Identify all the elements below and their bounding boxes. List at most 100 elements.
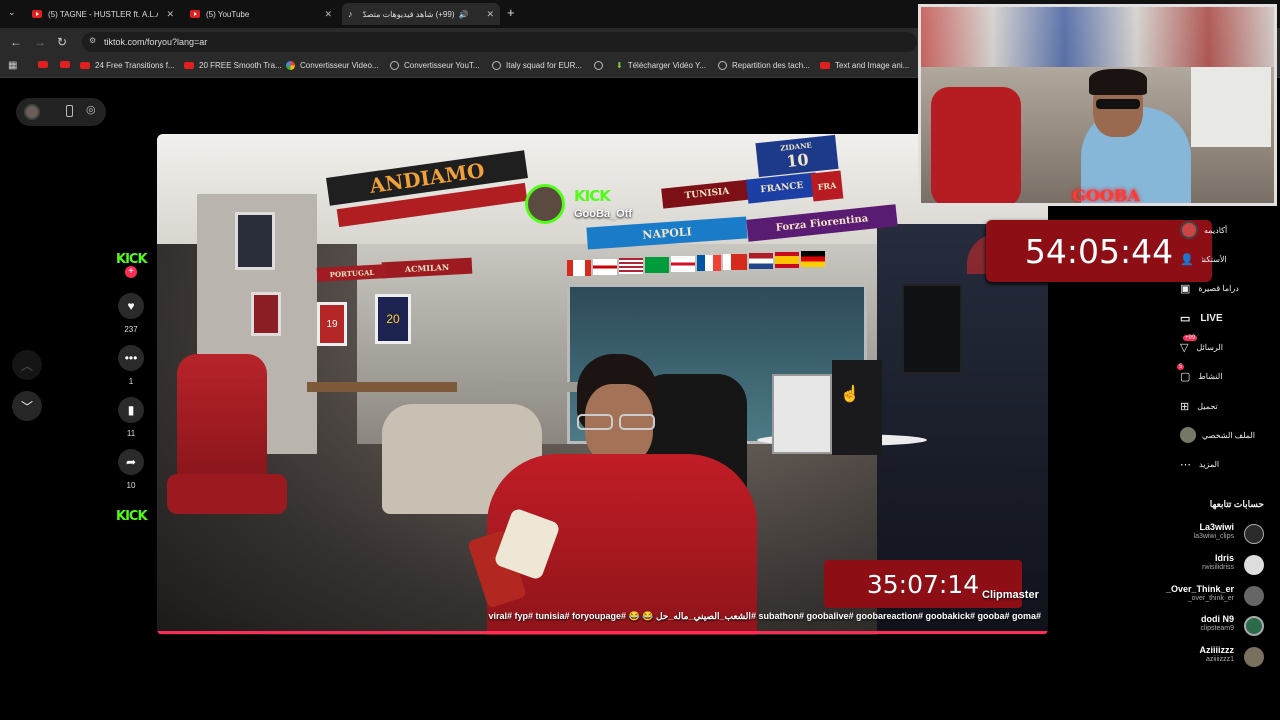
globe-icon [492,61,501,70]
sidebar-item-live[interactable]: LIVE ▭ [1180,309,1268,327]
sidebar-item-upload[interactable]: تحميل ⊞ [1180,397,1268,415]
comment-button[interactable]: ••• 1 [116,345,146,386]
device-icon[interactable] [66,105,73,117]
profile-icon [1180,427,1196,443]
forward-arrow-icon[interactable]: → [34,35,46,49]
kick-logo: KICK [116,509,148,524]
sidebar-item-activity[interactable]: النشاط ▢ 5 [1177,363,1268,385]
apps-grid-icon[interactable]: ▦ [8,60,17,71]
chevron-up-icon: ︿ [20,358,33,373]
activity-badge: 5 [1177,363,1185,370]
youtube-icon [184,62,194,69]
bookmark-item[interactable]: Text and Image ani... [820,61,909,70]
creator-avatar [525,184,565,224]
watermark: Clipmaster [982,589,1039,601]
previous-video-button[interactable]: ︿ [12,350,42,380]
url-input[interactable]: ⚙ tiktok.com/foryou?lang=ar [82,32,917,52]
youtube-icon [820,62,830,69]
close-icon[interactable]: ✕ [486,9,494,20]
tab-tiktok[interactable]: ♪ (99+) شاهد فيديوهات متصدّ 🔊 ✕ [342,3,500,25]
speaker-icon[interactable]: 🔊 [459,10,469,19]
bookmark-item[interactable] [60,61,75,68]
activity-icon: ▢ 5 [1177,363,1191,383]
avatar [1244,586,1264,606]
video-progress-bar[interactable] [157,631,1048,634]
tab-youtube[interactable]: (5) YouTube ✕ [184,3,338,25]
chair-seat [167,474,287,514]
share-count: 10 [126,481,136,490]
bookmark-item[interactable]: Italy squad for EUR... [492,61,582,70]
bookmark-item[interactable]: ⬇ Télécharger Vidéo Y... [616,61,706,70]
webcam-sunglasses [1096,99,1140,109]
pc-case [772,374,832,454]
tab-youtube-tagne[interactable]: (5) TAGNE - HUSTLER ft. A.L.A ( ✕ [26,3,180,25]
following-item[interactable]: Idris rwisilidriss [1150,553,1268,581]
flag-netherlands [749,253,773,269]
comment-count: 1 [128,377,134,386]
player-toolbox: ◎ [16,98,106,126]
webcam-name-label: GOOBA [1072,185,1140,205]
chevron-down-icon: ﹀ [20,399,33,414]
fullscreen-icon[interactable]: ⤢ [173,146,183,162]
kick-logo: KICK [574,187,611,205]
tab-title: (5) TAGNE - HUSTLER ft. A.L.A ( [48,9,158,19]
site-info-icon[interactable]: ⚙ [89,36,96,45]
share-button[interactable]: ➦ 10 [116,449,146,490]
bookmark-item[interactable]: Repartition des tach... [718,61,810,70]
wooden-table [307,382,457,392]
bookmark-item[interactable]: Convertisseur YouT... [390,61,480,70]
reload-icon[interactable]: ↻ [57,35,67,49]
compass-icon[interactable]: ◎ [86,103,96,116]
tab-title: (5) YouTube [206,9,250,19]
monitor [902,284,962,374]
following-item[interactable]: _Over_Think_er _over_think_er [1150,584,1268,612]
film-icon: ▣ [1180,282,1191,295]
sidebar-item-explore[interactable]: الأستكشاف👤 [1180,250,1268,268]
inbox-icon: ▽ 99+ [1180,334,1198,354]
bookmark-item[interactable] [594,61,608,70]
pc-case-dark [832,360,882,455]
frame [251,292,281,336]
messages-badge: 99+ [1183,334,1198,341]
jersey-frame: 19 [317,302,347,346]
bookmark-item[interactable]: 20 FREE Smooth Tra... [184,61,282,70]
bookmark-item[interactable]: Convertisseur Video... [286,61,379,70]
bookmark-item[interactable]: 24 Free Transitions f... [80,61,175,70]
tab-search-chevron-icon[interactable]: ⌄ [8,7,16,18]
youtube-icon [38,61,48,68]
new-tab-button[interactable]: + [507,5,515,20]
back-arrow-icon[interactable]: ← [10,35,22,49]
frame [235,212,275,270]
globe-icon [594,61,603,70]
more-options-icon[interactable]: ⋯ [207,144,222,161]
video-caption[interactable]: viral# fyp# tunisia# foryoupage# 😂 😂 الش… [447,611,1042,622]
bookmark-item[interactable] [38,61,53,68]
avatar [1180,221,1198,239]
following-item[interactable]: dodi N9 clipsteam9 [1150,614,1268,642]
next-video-button[interactable]: ﹀ [12,391,42,421]
close-icon[interactable]: ✕ [324,9,332,20]
following-item[interactable]: La3wiwi la3wiwi_clips [1150,522,1268,550]
like-button[interactable]: ♥ 237 [116,293,146,334]
avatar[interactable] [24,104,40,120]
youtube-icon [32,10,42,18]
tab-title: (99+) شاهد فيديوهات متصدّ [362,9,455,19]
follow-button[interactable]: + [116,266,146,278]
sidebar-item-short-drama[interactable]: دراما قصيرة ▣ [1180,279,1268,297]
flag-spain [775,252,799,268]
video-player[interactable]: 20 19 ANDIAMO TUNISIA FRANCE FRA ZIDANE 1… [157,134,1048,635]
live-icon: ▭ [1180,312,1191,325]
following-item[interactable]: Aziiiizzz aziiiizzz1 [1150,645,1268,673]
webcam-overlay: GOOBA [918,4,1277,206]
sidebar-item-more[interactable]: المزيد ⋯ [1180,455,1268,473]
bookmark-icon: ▮ [118,397,144,423]
following-title: حسابات تتابعها [1209,499,1264,509]
sidebar-item-profile[interactable]: الملف الشخصي [1180,426,1268,444]
youtube-icon [60,61,70,68]
sidebar-item-academy[interactable]: أكاديمه [1180,221,1268,239]
users-icon: 👤 [1180,253,1194,266]
sidebar-item-messages[interactable]: الرسائل ▽ 99+ [1180,334,1268,356]
save-button[interactable]: ▮ 11 [116,397,146,438]
close-icon[interactable]: ✕ [166,9,174,20]
flag-france [697,255,721,271]
